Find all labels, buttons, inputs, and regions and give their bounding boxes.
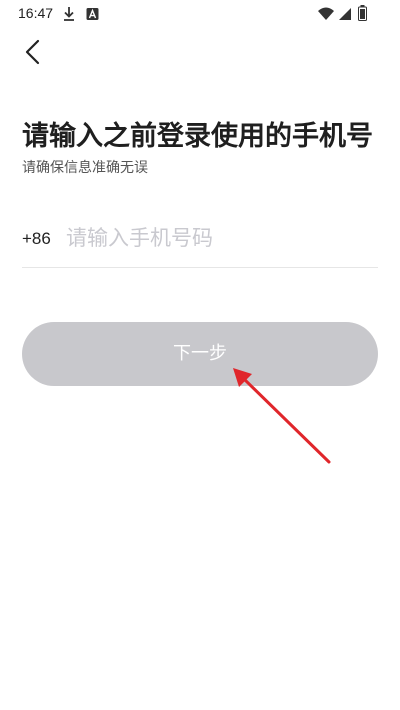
cellular-signal-icon [338,6,352,25]
download-icon [62,6,76,26]
wifi-icon [318,6,334,25]
back-button[interactable] [20,36,48,68]
page-title: 请输入之前登录使用的手机号 [22,121,373,152]
status-time: 16:47 [18,5,54,21]
next-button[interactable]: 下一步 [22,322,378,386]
phone-input-row: +86 [22,212,378,268]
status-bar: 16:47 [0,0,400,28]
phone-number-input[interactable] [66,220,366,256]
page-subtitle: 请确保信息准确无误 [22,160,148,176]
chevron-left-icon [25,39,40,65]
battery-icon [358,5,367,25]
a-badge-icon [86,6,99,25]
country-code[interactable]: +86 [22,229,51,249]
